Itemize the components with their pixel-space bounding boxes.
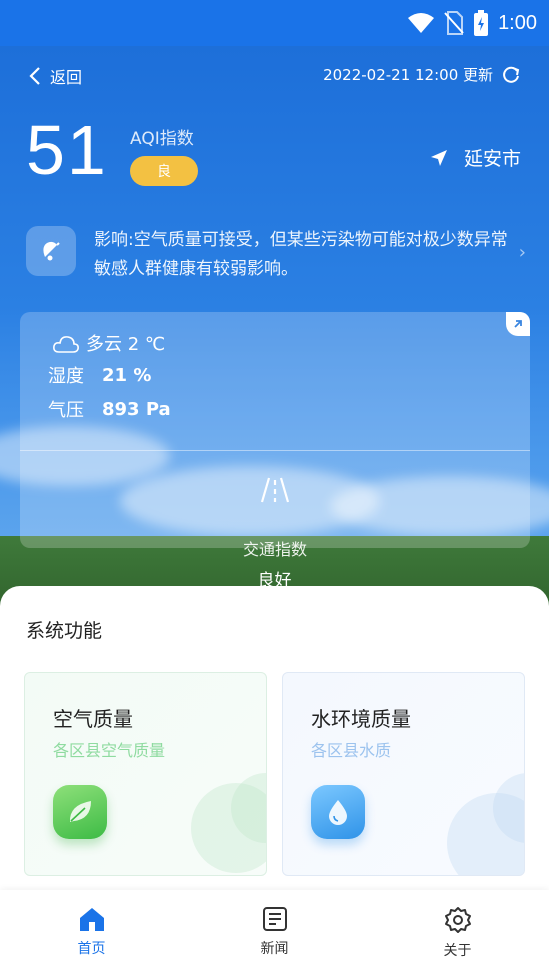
battery-charging-icon [474,10,489,36]
aqi-label: AQI指数 [130,129,194,149]
refresh-icon[interactable] [501,65,521,85]
section-title: 系统功能 [26,620,103,642]
settings-icon [444,907,471,933]
chevron-right-icon: › [518,242,526,263]
health-impact[interactable]: 影响:空气质量可接受，但某些污染物可能对极少数异常敏感人群健康有较弱影响。 › [26,224,526,284]
location-selector[interactable]: 延安市 [430,144,521,171]
air-quality-title: 空气质量 [53,707,133,731]
back-label: 返回 [50,68,83,87]
news-icon [262,907,287,931]
water-drop-icon [311,785,365,839]
chevron-left-icon [29,67,40,85]
road-icon [260,477,290,503]
nav-about[interactable]: 关于 [366,890,549,976]
humidity-value: 21 % [102,364,152,386]
nav-home-label: 首页 [77,941,106,957]
air-quality-card[interactable]: 空气质量 各区县空气质量 [24,672,267,876]
expand-icon[interactable] [506,312,530,336]
nav-news[interactable]: 新闻 [183,890,366,976]
bell-icon [26,226,76,276]
pressure-label: 气压 [48,400,84,421]
air-quality-subtitle: 各区县空气质量 [53,741,166,760]
water-quality-card[interactable]: 水环境质量 各区县水质 [282,672,525,876]
humidity-row: 湿度 21 % [48,362,151,388]
nav-news-label: 新闻 [260,941,289,957]
status-time: 1:00 [498,11,537,34]
aqi-level-badge: 良 [130,156,198,186]
status-bar: 1:00 [0,0,549,46]
status-icons: 1:00 [408,8,537,38]
nav-home[interactable]: 首页 [0,890,183,976]
weather-condition: 多云 2 ℃ [52,330,165,356]
update-info: 2022-02-21 12:00 更新 [323,64,521,85]
system-functions-panel: 系统功能 空气质量 各区县空气质量 水环境质量 各区县水质 [0,586,549,890]
air-quality-hero: 返回 2022-02-21 12:00 更新 51 AQI指数 良 延安市 影响… [0,46,549,626]
leaf-icon [53,785,107,839]
wifi-icon [408,13,435,33]
impact-text: 影响:空气质量可接受，但某些污染物可能对极少数异常敏感人群健康有较弱影响。 [94,230,508,279]
pressure-value: 893 Pa [102,398,171,420]
traffic-index-label: 交通指数 [242,540,307,559]
cloudy-icon [53,336,79,353]
city-name: 延安市 [463,148,521,170]
no-sim-icon [444,11,464,35]
back-button[interactable]: 返回 [28,64,82,88]
aqi-value: 51 [26,111,108,189]
water-quality-subtitle: 各区县水质 [311,741,392,760]
water-quality-title: 水环境质量 [311,707,411,731]
location-arrow-icon [430,149,447,166]
divider [20,450,530,451]
home-icon [79,908,104,931]
humidity-label: 湿度 [48,366,84,387]
weather-condition-text: 多云 2 ℃ [86,334,166,355]
pressure-row: 气压 893 Pa [48,396,171,422]
weather-card: 多云 2 ℃ 湿度 21 % 气压 893 Pa 交通指数 [20,312,530,559]
nav-about-label: 关于 [443,943,472,959]
update-time: 2022-02-21 12:00 更新 [323,66,493,84]
bottom-navigation: 首页 新闻 关于 [0,890,549,976]
